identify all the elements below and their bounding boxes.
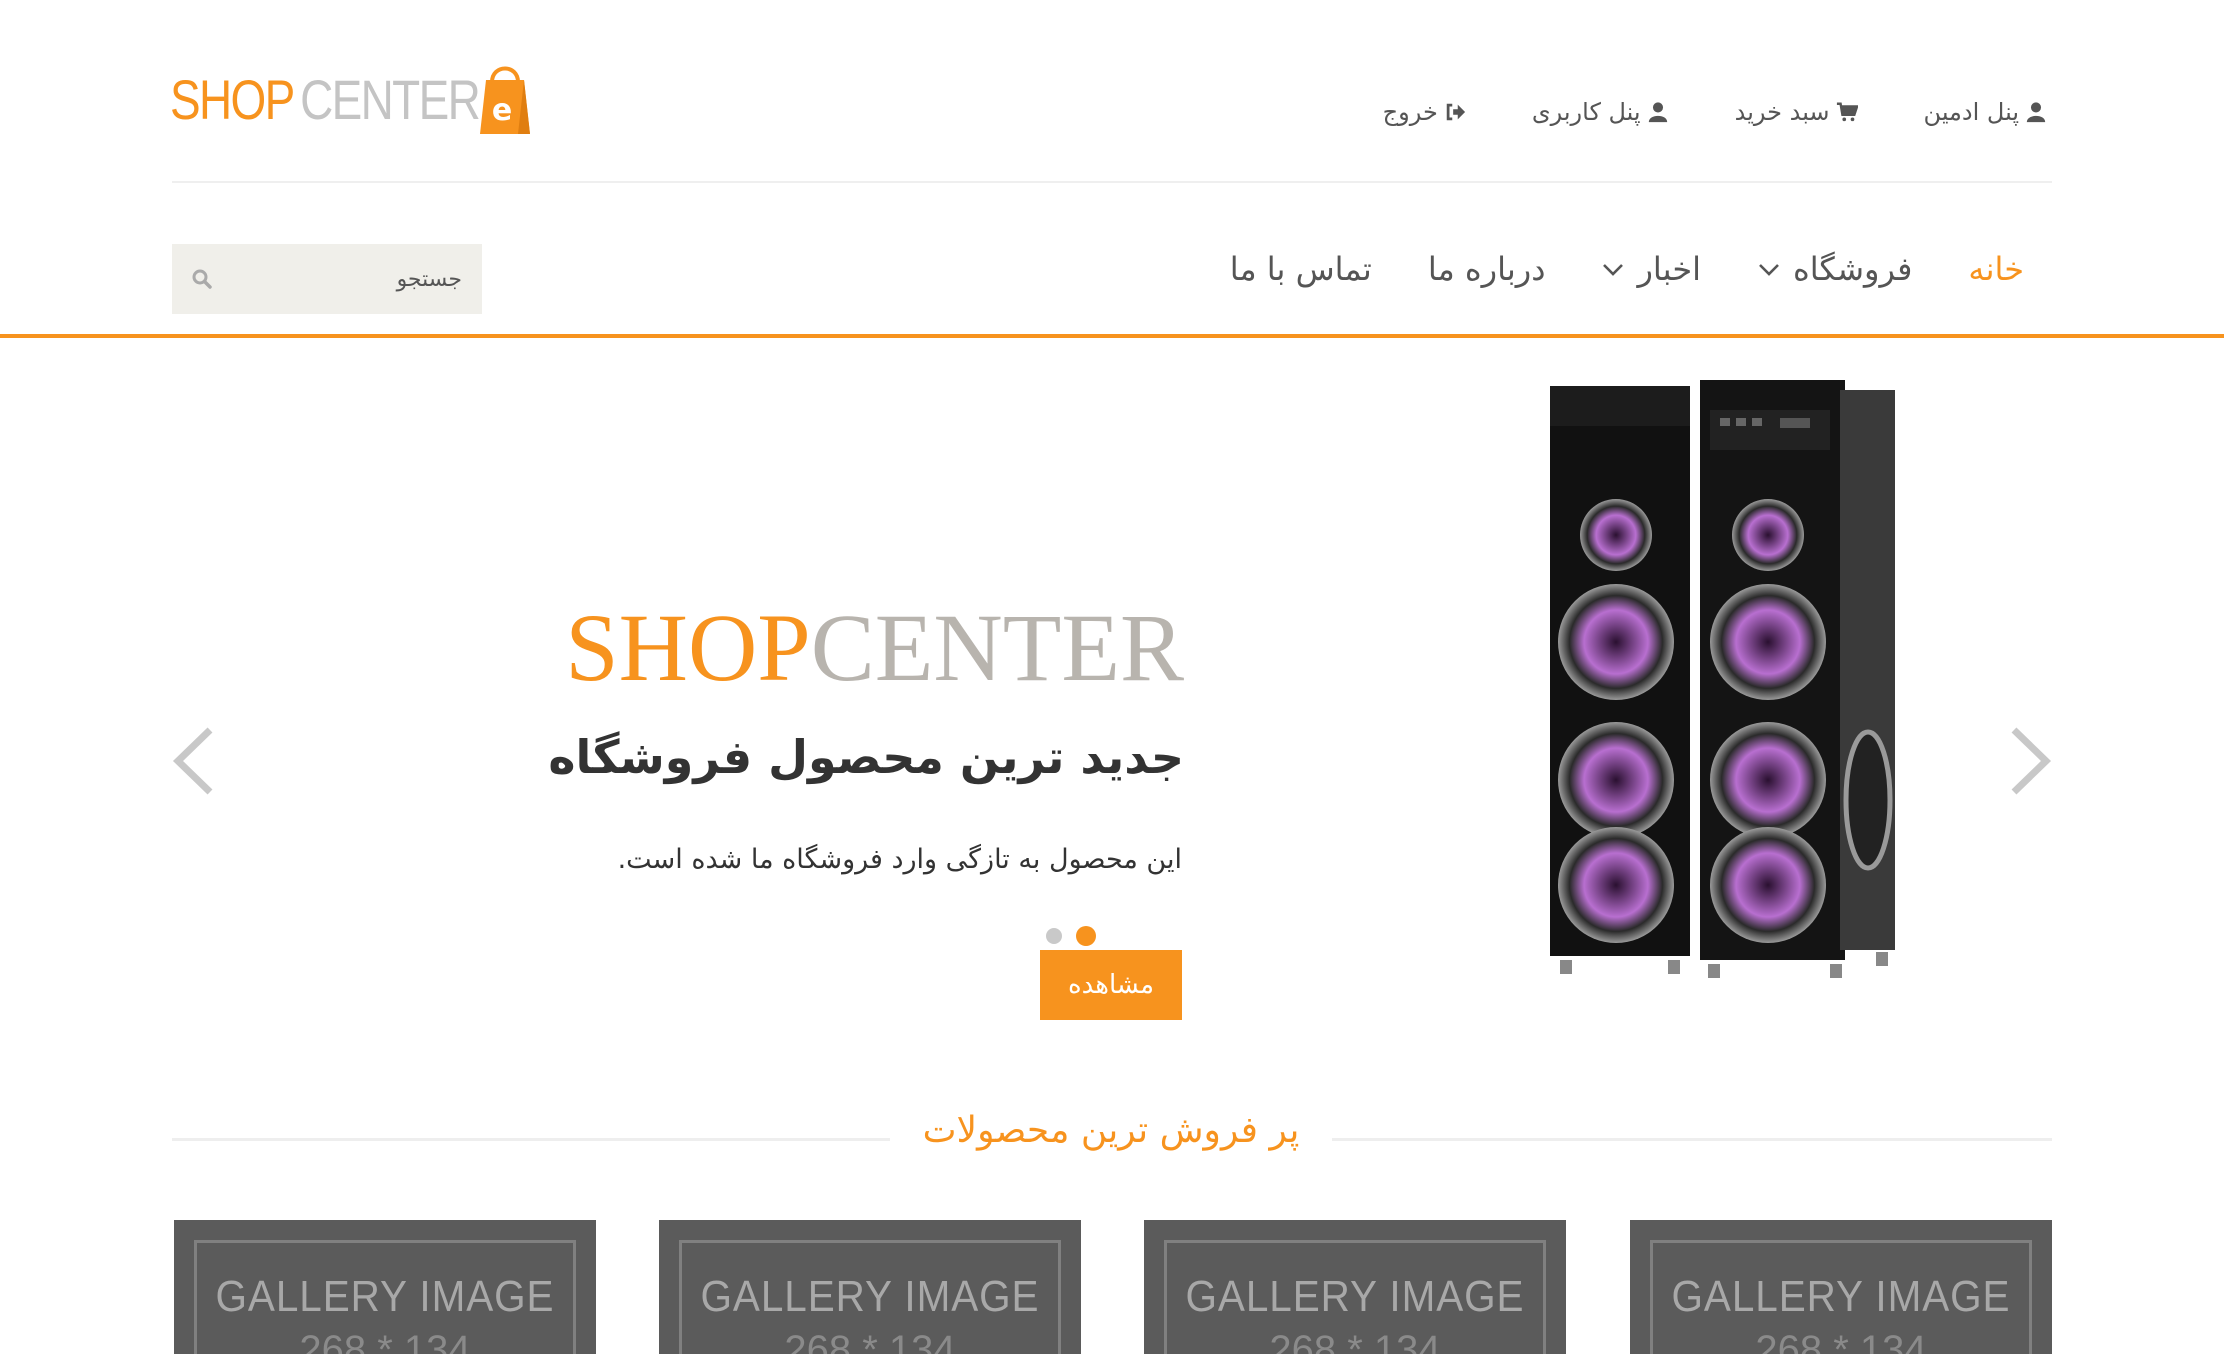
- admin-panel-link[interactable]: پنل ادمین: [1924, 98, 2047, 126]
- search-box: [172, 244, 482, 314]
- user-icon: [2026, 102, 2046, 123]
- nav-item-news[interactable]: اخبار: [1601, 250, 1701, 288]
- slider-next-arrow-icon[interactable]: [2006, 726, 2054, 796]
- slider-dots: [1046, 926, 1096, 946]
- logo-badge-letter: e: [492, 93, 512, 128]
- logo-text-center: CENTER: [300, 67, 481, 131]
- slider-prev-arrow-icon[interactable]: [170, 726, 218, 796]
- slide-description: این محصول به تازگی وارد فروشگاه ما شده ا…: [617, 844, 1182, 875]
- speaker-product-image: [1550, 380, 1895, 978]
- gallery-placeholder-text: GALLERY IMAGE: [700, 1272, 1040, 1321]
- main-nav: خانه فروشگاه اخبار درباره ما تماس با ما: [1230, 250, 2024, 288]
- user-panel-link[interactable]: پنل کاربری: [1532, 98, 1669, 126]
- nav-contact-label: تماس با ما: [1229, 250, 1372, 288]
- nav-about-label: درباره ما: [1427, 250, 1546, 288]
- section-divider-right: [1332, 1138, 2052, 1141]
- slider-dot-1[interactable]: [1046, 928, 1062, 944]
- sign-out-icon: [1446, 103, 1465, 121]
- nav-item-shop[interactable]: فروشگاه: [1757, 250, 1912, 288]
- account-links: پنل ادمین سبد خرید پنل کاربری خروج: [1383, 98, 2047, 126]
- nav-item-home[interactable]: خانه: [1968, 250, 2024, 288]
- logo-text-shop: SHOP: [170, 67, 295, 131]
- user-panel-label: پنل کاربری: [1531, 98, 1641, 126]
- gallery-placeholder-size: 268 * 134: [299, 1328, 471, 1354]
- cart-icon: [1836, 102, 1858, 122]
- slide-brand-shop: SHOP: [565, 594, 811, 701]
- nav-shop-label: فروشگاه: [1793, 250, 1913, 288]
- gallery-placeholder-text: GALLERY IMAGE: [1671, 1272, 2011, 1321]
- product-card[interactable]: GALLERY IMAGE 268 * 134: [1630, 1220, 2052, 1354]
- chevron-down-icon: [1759, 264, 1779, 276]
- logout-label: خروج: [1382, 98, 1438, 126]
- shopping-bag-icon: e: [480, 66, 530, 134]
- admin-panel-label: پنل ادمین: [1923, 98, 2019, 126]
- search-input[interactable]: [172, 244, 482, 314]
- product-card[interactable]: GALLERY IMAGE 268 * 134: [174, 1220, 596, 1354]
- cart-link[interactable]: سبد خرید: [1735, 98, 1858, 126]
- search-icon[interactable]: [190, 267, 214, 291]
- gallery-placeholder-size: 268 * 134: [1269, 1328, 1441, 1354]
- slide-title: جدید ترین محصول فروشگاه: [548, 730, 1184, 784]
- nav-underline: [0, 334, 2224, 338]
- cart-label: سبد خرید: [1734, 98, 1830, 126]
- view-product-button[interactable]: مشاهده: [1040, 950, 1182, 1020]
- chevron-down-icon: [1603, 264, 1624, 276]
- slide-brand: SHOPCENTER: [565, 600, 1184, 696]
- nav-home-label: خانه: [1968, 250, 2024, 288]
- header-divider: [172, 181, 2052, 183]
- logout-link[interactable]: خروج: [1383, 98, 1466, 126]
- nav-news-label: اخبار: [1637, 250, 1701, 288]
- shop-center-logo[interactable]: SHOP CENTER e: [170, 54, 547, 144]
- nav-item-contact[interactable]: تماس با ما: [1230, 250, 1372, 288]
- logo-wordmark: SHOP CENTER: [170, 67, 481, 132]
- bestsellers-title: پر فروش ترین محصولات: [922, 1110, 1300, 1151]
- section-divider-left: [172, 1138, 890, 1141]
- gallery-placeholder-size: 268 * 134: [1755, 1328, 1927, 1354]
- user-icon: [1648, 102, 1667, 123]
- product-card[interactable]: GALLERY IMAGE 268 * 134: [1144, 1220, 1566, 1354]
- gallery-placeholder-text: GALLERY IMAGE: [1185, 1272, 1525, 1321]
- gallery-placeholder-text: GALLERY IMAGE: [215, 1272, 555, 1321]
- nav-item-about[interactable]: درباره ما: [1428, 250, 1546, 288]
- gallery-placeholder-size: 268 * 134: [784, 1328, 956, 1354]
- product-card[interactable]: GALLERY IMAGE 268 * 134: [659, 1220, 1081, 1354]
- slide-brand-center: CENTER: [810, 594, 1184, 701]
- slider-dot-2[interactable]: [1076, 926, 1096, 946]
